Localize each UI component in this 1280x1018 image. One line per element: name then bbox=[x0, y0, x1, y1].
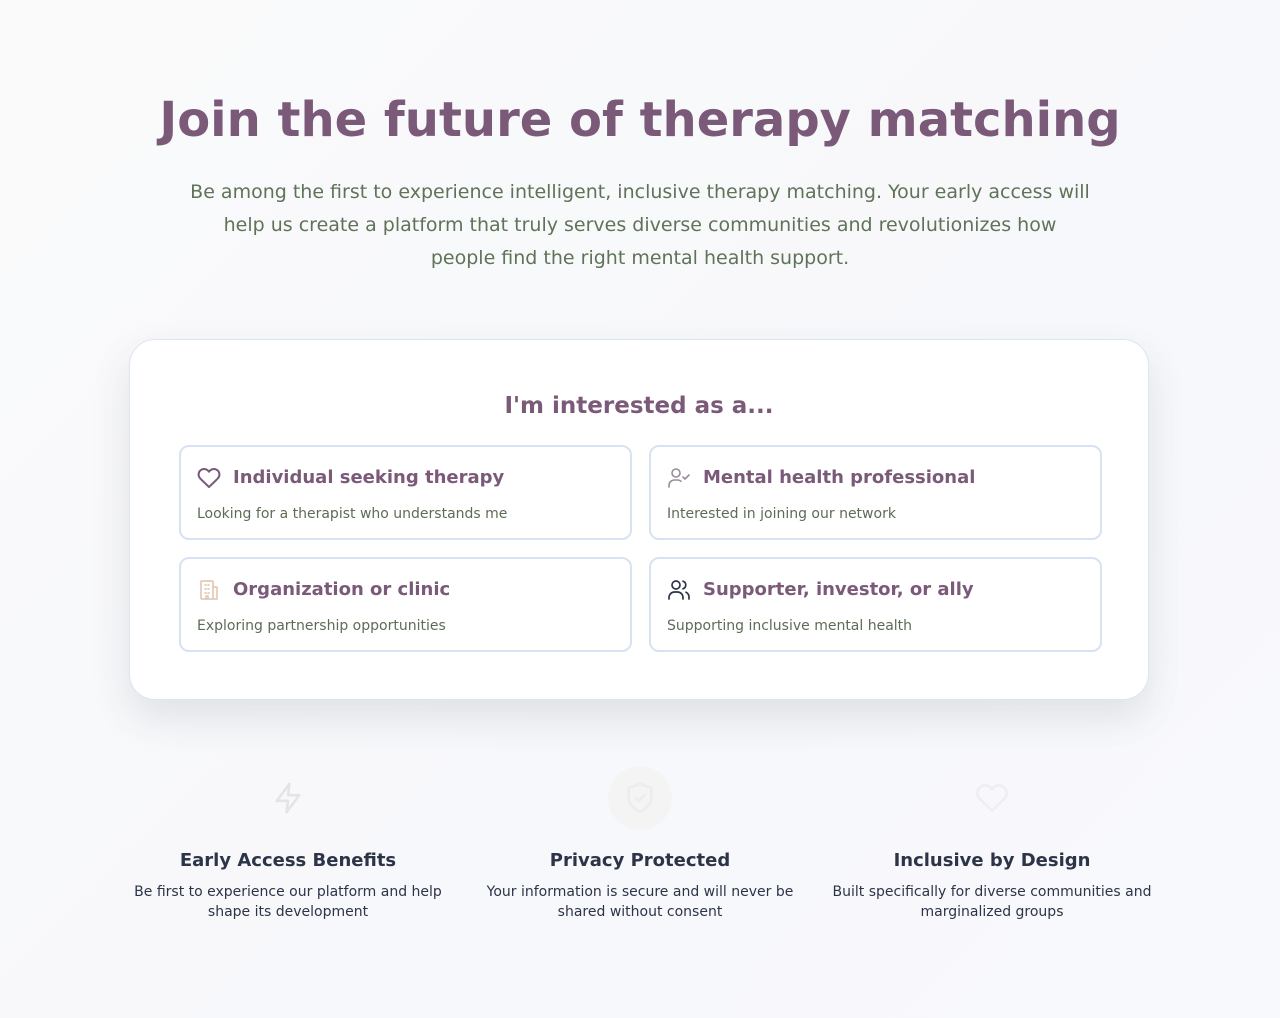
interest-card: I'm interested as a... Individual seekin… bbox=[129, 339, 1149, 700]
page-title: Join the future of therapy matching bbox=[159, 92, 1121, 148]
features-section: Early Access Benefits Be first to experi… bbox=[0, 766, 1280, 946]
users-icon bbox=[667, 578, 691, 602]
user-check-icon bbox=[667, 466, 691, 490]
feature-title: Privacy Protected bbox=[549, 850, 731, 871]
building-icon bbox=[197, 578, 221, 602]
hero-section: Join the future of therapy matching Be a… bbox=[0, 88, 1280, 275]
option-title: Organization or clinic bbox=[233, 579, 451, 600]
option-organization[interactable]: Organization or clinic Exploring partner… bbox=[179, 557, 632, 652]
option-title: Mental health professional bbox=[703, 467, 976, 488]
feature-early-access: Early Access Benefits Be first to experi… bbox=[112, 766, 464, 922]
feature-description: Built specifically for diverse communiti… bbox=[832, 884, 1152, 920]
heart-icon bbox=[960, 766, 1024, 830]
option-description: Exploring partnership opportunities bbox=[197, 618, 446, 634]
feature-description: Be first to experience our platform and … bbox=[134, 884, 442, 920]
lightning-icon bbox=[256, 766, 320, 830]
heart-icon bbox=[197, 466, 221, 490]
option-professional[interactable]: Mental health professional Interested in… bbox=[649, 445, 1102, 540]
shield-icon bbox=[608, 766, 672, 830]
option-supporter[interactable]: Supporter, investor, or ally Supporting … bbox=[649, 557, 1102, 652]
option-individual[interactable]: Individual seeking therapy Looking for a… bbox=[179, 445, 632, 540]
feature-inclusive: Inclusive by Design Built specifically f… bbox=[816, 766, 1168, 922]
option-title: Supporter, investor, or ally bbox=[703, 579, 974, 600]
option-description: Supporting inclusive mental health bbox=[667, 618, 913, 634]
option-title: Individual seeking therapy bbox=[233, 467, 505, 488]
feature-description: Your information is secure and will neve… bbox=[486, 884, 794, 920]
option-description: Interested in joining our network bbox=[667, 506, 896, 522]
feature-title: Inclusive by Design bbox=[893, 850, 1091, 871]
interest-heading: I'm interested as a... bbox=[504, 393, 774, 419]
feature-privacy: Privacy Protected Your information is se… bbox=[464, 766, 816, 922]
feature-title: Early Access Benefits bbox=[179, 850, 397, 871]
option-description: Looking for a therapist who understands … bbox=[197, 506, 508, 522]
hero-subtitle: Be among the first to experience intelli… bbox=[190, 181, 1090, 269]
